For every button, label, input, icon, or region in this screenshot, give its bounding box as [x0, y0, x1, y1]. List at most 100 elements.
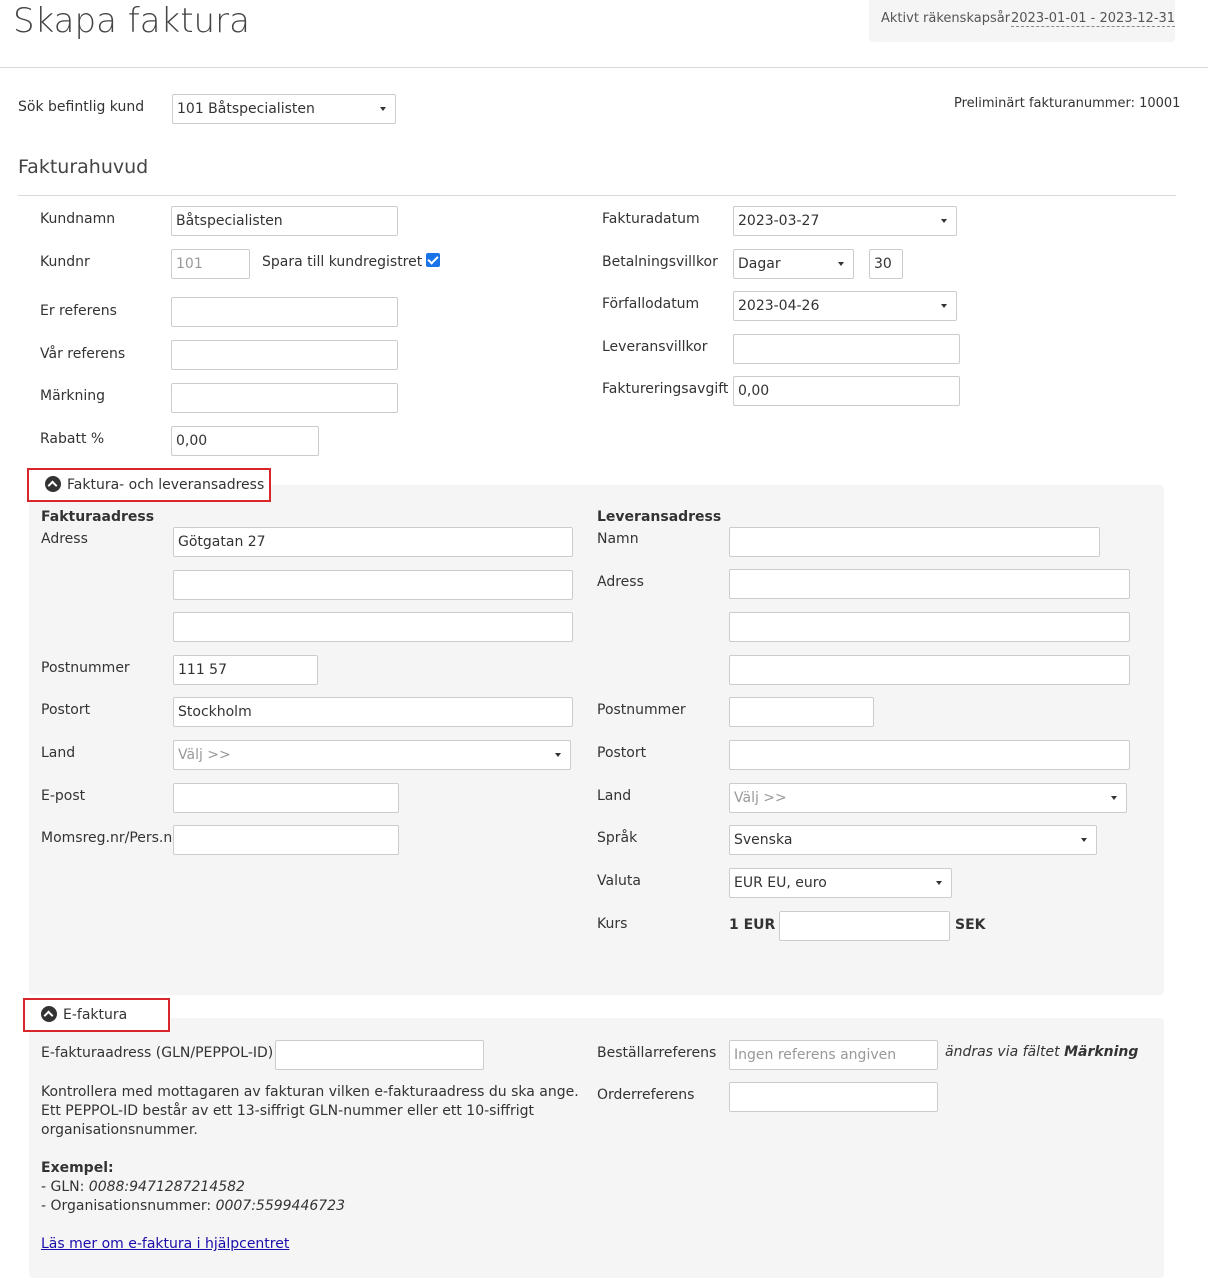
- delivery-postal-code-label: Postnummer: [597, 702, 686, 718]
- invoicing-fee-label: Faktureringsavgift: [602, 381, 729, 397]
- customer-name-label: Kundnamn: [40, 211, 116, 227]
- example-title: Exempel:: [41, 1160, 114, 1176]
- billing-address-line1-input[interactable]: Götgatan 27: [173, 527, 573, 557]
- save-to-register-label: Spara till kundregistret: [262, 254, 423, 270]
- billing-address-line3-input[interactable]: [173, 612, 573, 642]
- save-to-register-checkbox[interactable]: [426, 253, 440, 267]
- language-value: Svenska: [734, 832, 793, 848]
- search-customer-label: Sök befintlig kund: [18, 99, 145, 115]
- discount-value: 0,00: [176, 433, 208, 449]
- chevron-down-icon: [941, 304, 947, 308]
- rate-label: Kurs: [597, 916, 628, 932]
- language-select[interactable]: Svenska: [729, 825, 1097, 855]
- fiscal-year-link[interactable]: 2023-01-01 - 2023-12-31: [1011, 11, 1176, 27]
- delivery-city-label: Postort: [597, 745, 647, 761]
- payment-days-value: 30: [874, 256, 892, 272]
- address-toggle-label: Faktura- och leveransadress: [67, 477, 265, 493]
- payment-terms-label: Betalningsvillkor: [602, 254, 718, 270]
- delivery-city-input[interactable]: [729, 740, 1130, 770]
- due-date-value: 2023-04-26: [738, 298, 820, 314]
- customer-search-value: 101 Båtspecialisten: [177, 101, 315, 117]
- delivery-terms-input[interactable]: [733, 334, 960, 364]
- section-title-invoice-header: Fakturahuvud: [18, 156, 149, 178]
- chevron-down-icon: [941, 219, 947, 223]
- example-org-value: 0007:5599446723: [215, 1198, 345, 1214]
- customer-no-label: Kundnr: [40, 254, 90, 270]
- orderer-ref-note-field: Märkning: [1064, 1044, 1139, 1060]
- rate-suffix: SEK: [955, 917, 986, 933]
- customer-name-input[interactable]: Båtspecialisten: [171, 206, 398, 236]
- billing-address-title: Fakturaadress: [41, 509, 155, 525]
- your-reference-input[interactable]: [171, 297, 398, 327]
- section-divider: [18, 195, 1176, 196]
- invoice-date-picker[interactable]: 2023-03-27: [733, 206, 957, 236]
- payment-terms-value: Dagar: [738, 256, 781, 272]
- efaktura-info-line3: organisationsnummer.: [41, 1122, 198, 1138]
- chevron-down-icon: [1081, 838, 1087, 842]
- invoice-date-label: Fakturadatum: [602, 211, 700, 227]
- chevron-up-icon: [45, 476, 61, 492]
- billing-postal-code-value: 111 57: [178, 662, 227, 678]
- billing-country-select[interactable]: Välj >>: [173, 740, 571, 770]
- chevron-down-icon: [838, 262, 844, 266]
- discount-label: Rabatt %: [40, 431, 105, 447]
- example-gln-value: 0088:9471287214582: [88, 1179, 245, 1195]
- delivery-address-line1-input[interactable]: [729, 569, 1130, 599]
- billing-address-line1-value: Götgatan 27: [178, 534, 266, 550]
- currency-label: Valuta: [597, 873, 641, 889]
- efaktura-help-link[interactable]: Läs mer om e-faktura i hjälpcentret: [41, 1235, 289, 1253]
- payment-terms-select[interactable]: Dagar: [733, 249, 854, 279]
- orderer-ref-input: Ingen referens angiven: [729, 1040, 938, 1070]
- billing-city-label: Postort: [41, 702, 91, 718]
- delivery-postal-code-input[interactable]: [729, 697, 874, 727]
- delivery-terms-label: Leveransvillkor: [602, 339, 708, 355]
- customer-search-select[interactable]: 101 Båtspecialisten: [172, 94, 396, 124]
- invoicing-fee-value: 0,00: [738, 383, 770, 399]
- currency-select[interactable]: EUR EU, euro: [729, 868, 952, 898]
- chevron-down-icon: [1111, 796, 1117, 800]
- delivery-address-label: Adress: [597, 574, 644, 590]
- efaktura-section-toggle[interactable]: E-faktura: [23, 998, 170, 1032]
- marking-label: Märkning: [40, 388, 106, 404]
- billing-email-input[interactable]: [173, 783, 399, 813]
- our-reference-input[interactable]: [171, 340, 398, 370]
- chevron-down-icon: [555, 753, 561, 757]
- chevron-down-icon: [380, 107, 386, 111]
- delivery-country-select[interactable]: Välj >>: [729, 783, 1127, 813]
- invoice-date-value: 2023-03-27: [738, 213, 820, 229]
- efaktura-toggle-label: E-faktura: [63, 1007, 128, 1023]
- efaktura-info-line1: Kontrollera med mottagaren av fakturan v…: [41, 1084, 579, 1100]
- efaktura-address-input[interactable]: [275, 1040, 484, 1070]
- billing-vat-input[interactable]: [173, 825, 399, 855]
- rate-input[interactable]: [779, 911, 950, 941]
- customer-no-value: 101: [176, 256, 203, 272]
- address-section-toggle[interactable]: Faktura- och leveransadress: [27, 468, 271, 502]
- billing-city-value: Stockholm: [178, 704, 252, 720]
- efaktura-address-label: E-fakturaadress (GLN/PEPPOL-ID): [41, 1045, 274, 1061]
- order-ref-input[interactable]: [729, 1082, 938, 1112]
- delivery-name-label: Namn: [597, 531, 639, 547]
- marking-input[interactable]: [171, 383, 398, 413]
- discount-input[interactable]: 0,00: [171, 426, 319, 456]
- customer-name-value: Båtspecialisten: [176, 213, 283, 229]
- currency-value: EUR EU, euro: [734, 875, 827, 891]
- billing-address-line2-input[interactable]: [173, 570, 573, 600]
- example-org: - Organisationsnummer: 0007:5599446723: [41, 1197, 345, 1215]
- billing-postal-code-input[interactable]: 111 57: [173, 655, 318, 685]
- billing-address-label: Adress: [41, 531, 88, 547]
- payment-days-input[interactable]: 30: [869, 249, 903, 279]
- billing-country-label: Land: [41, 745, 76, 761]
- delivery-address-line2-input[interactable]: [729, 612, 1130, 642]
- billing-city-input[interactable]: Stockholm: [173, 697, 573, 727]
- orderer-ref-placeholder: Ingen referens angiven: [734, 1047, 897, 1063]
- invoicing-fee-input[interactable]: 0,00: [733, 376, 960, 406]
- billing-postal-code-label: Postnummer: [41, 660, 130, 676]
- due-date-picker[interactable]: 2023-04-26: [733, 291, 957, 321]
- delivery-name-input[interactable]: [729, 527, 1100, 557]
- header-divider: [0, 67, 1208, 68]
- delivery-address-line3-input[interactable]: [729, 655, 1130, 685]
- efaktura-info-line2: Ett PEPPOL-ID består av ett 13-siffrigt …: [41, 1103, 535, 1119]
- billing-country-placeholder: Välj >>: [178, 747, 231, 763]
- page-title: Skapa faktura: [13, 1, 250, 41]
- delivery-address-title: Leveransadress: [597, 509, 722, 525]
